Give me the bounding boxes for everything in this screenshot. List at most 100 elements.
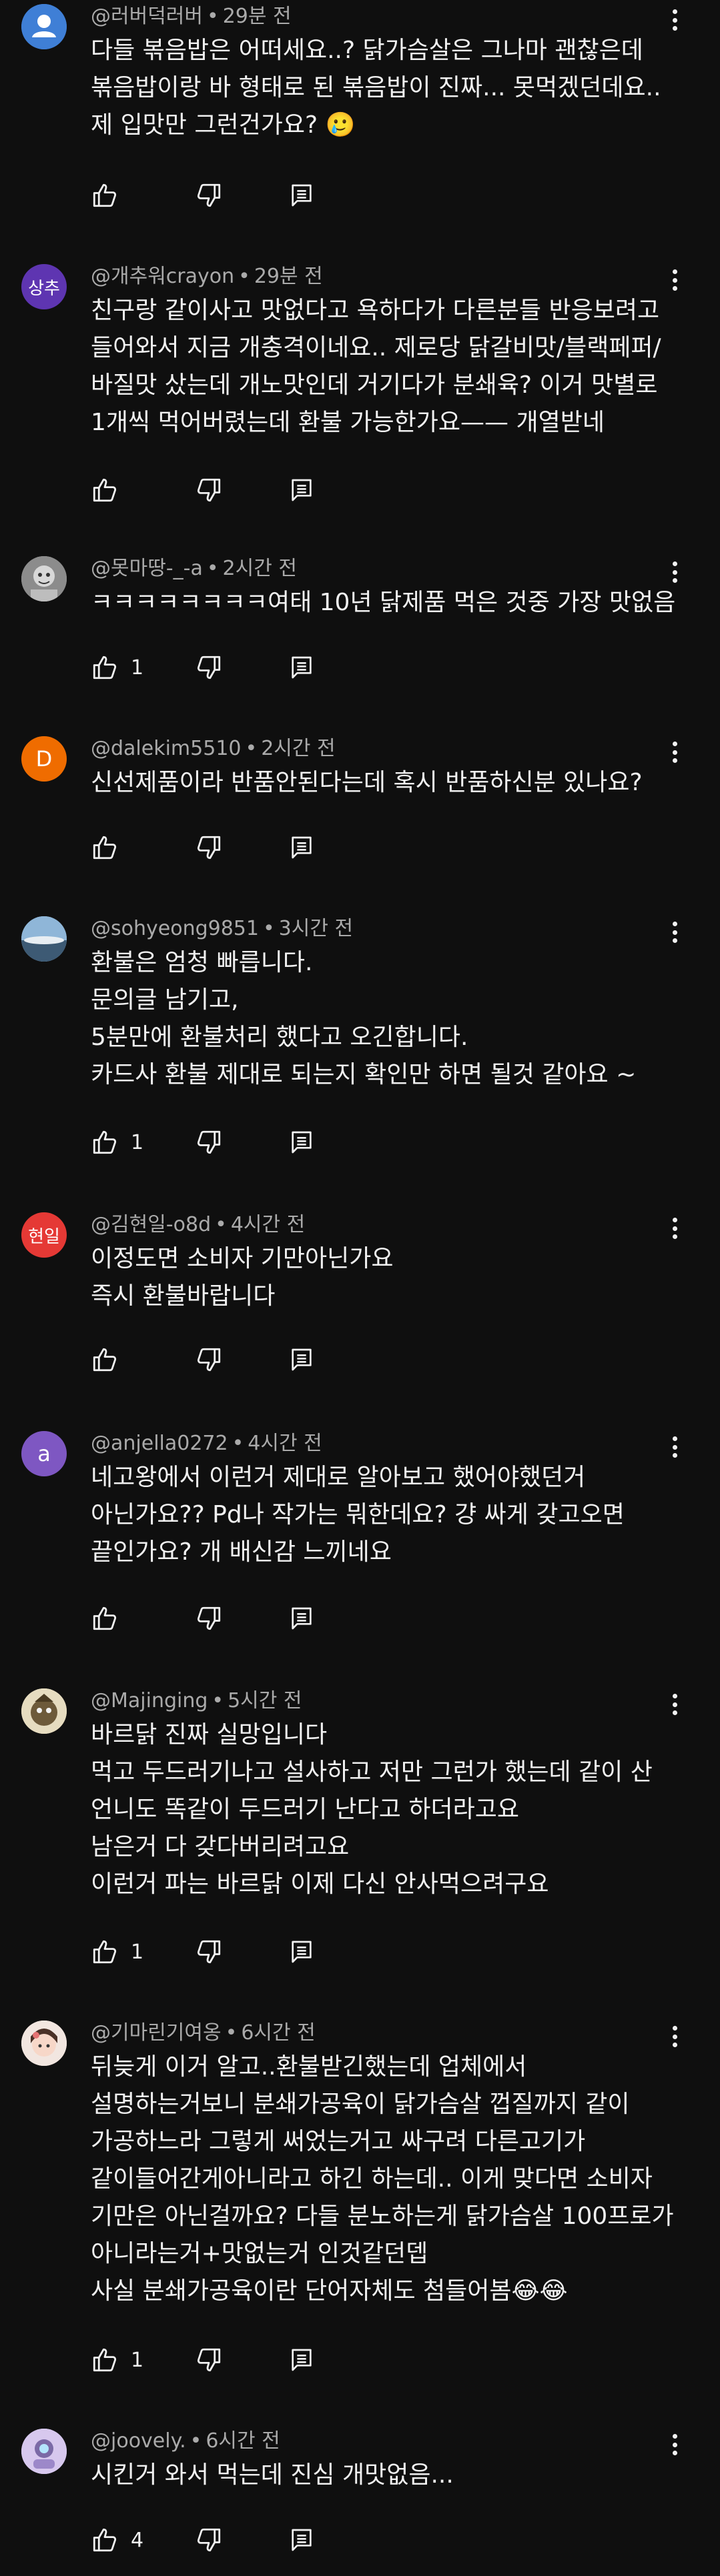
photo-avatar-icon [21,556,67,601]
thumbs-down-icon [197,183,221,207]
like-button[interactable]: 1 [91,1935,143,1969]
reply-icon [292,2349,312,2371]
like-button[interactable]: 1 [91,2343,143,2377]
reply-button[interactable] [288,2523,315,2557]
comment-line: 제 입맛만 그런건가요? 🥲 [91,111,356,139]
doll-avatar-icon [21,2021,67,2066]
comment-author[interactable]: @개추워crayon [91,265,234,288]
comment-author[interactable]: @joovely. [91,2429,186,2453]
dislike-button[interactable] [195,179,223,212]
comment-line: 네고왕에서 이런거 제대로 알아보고 했어야했던거 [91,1464,586,1491]
comment-meta: @dalekim5510 • 2시간 전 [91,737,336,760]
comment-text: 뒤늦게 이거 알고..환불받긴했는데 업체에서 설명하는거보니 분쇄가공육이 닭… [91,2049,678,2310]
like-button[interactable]: 1 [91,651,143,684]
more-options-icon[interactable] [666,918,683,947]
thumbs-up-icon [93,836,117,860]
avatar[interactable]: a [21,1431,67,1476]
reply-button[interactable] [288,1602,315,1635]
comment-text: 신선제품이라 반품안된다는데 혹시 반품하신분 있나요? [91,764,678,802]
comment-author[interactable]: @러버덕러버 [91,5,203,28]
like-button[interactable]: 1 [91,1126,143,1159]
more-options-icon[interactable] [666,738,683,767]
dislike-button[interactable] [195,1126,223,1159]
comment-actions: 1 [91,2343,358,2377]
like-button[interactable] [91,179,119,212]
comment-author[interactable]: @Majinging [91,1689,208,1712]
avatar[interactable] [21,916,67,962]
comment-author[interactable]: @김현일-o8d [91,1213,211,1236]
like-count: 4 [131,2528,144,2552]
comment-text: 바르닭 진짜 실망입니다 먹고 두드러기나고 설사하고 저만 그런가 했는데 같… [91,1716,678,1903]
dislike-button[interactable] [195,1343,223,1376]
comment-meta: @러버덕러버 • 29분 전 [91,5,292,28]
dislike-button[interactable] [195,1602,223,1635]
dislike-button[interactable] [195,1935,223,1969]
reply-button[interactable] [288,651,315,684]
like-button[interactable]: 4 [91,2523,143,2557]
comment-author[interactable]: @못마땅-_-a [91,557,203,580]
comment-text: 친구랑 같이사고 맛없다고 욕하다가 다른분들 반응보려고 들어와서 지금 개충… [91,292,678,441]
avatar[interactable] [21,2429,67,2474]
avatar[interactable] [21,4,67,49]
thumbs-down-icon [197,1606,221,1630]
more-options-icon[interactable] [666,265,683,295]
avatar[interactable] [21,1688,67,1734]
reply-button[interactable] [288,473,315,507]
like-button[interactable] [91,1602,119,1635]
comment-time: 4시간 전 [248,1432,322,1455]
thumbs-down-icon [197,1348,221,1372]
more-options-icon[interactable] [666,2430,683,2459]
comment-author[interactable]: @dalekim5510 [91,737,242,760]
comment-line: ㅋㅋㅋㅋㅋㅋㅋㅋ여태 10년 닭제품 먹은 것중 가장 맛없음 [91,589,676,616]
more-options-icon[interactable] [666,1214,683,1243]
more-options-icon[interactable] [666,2022,683,2051]
comment-actions: 1 [91,1126,358,1159]
comment-time: 6시간 전 [241,2021,316,2045]
dislike-button[interactable] [195,473,223,507]
avatar-initials: a [37,1441,51,1466]
reply-button[interactable] [288,1126,315,1159]
like-button[interactable] [91,1343,119,1376]
comment-line: 아니라는거+맛없는거 인것같던뎁 [91,2240,428,2267]
comment-meta: @김현일-o8d • 4시간 전 [91,1213,306,1236]
comment-time: 29분 전 [254,265,323,288]
thumbs-down-icon [197,836,221,860]
comment-line: 끝인가요? 개 배신감 느끼네요 [91,1538,392,1566]
comment-text: ㅋㅋㅋㅋㅋㅋㅋㅋ여태 10년 닭제품 먹은 것중 가장 맛없음 [91,584,678,621]
avatar[interactable]: 현일 [21,1212,67,1258]
reply-icon [292,1607,312,1630]
comment-line: 먹고 두드러기나고 설사하고 저만 그런가 했는데 같이 산 [91,1758,653,1786]
reply-button[interactable] [288,2343,315,2377]
thumbs-down-icon [197,2348,221,2372]
comment-meta: @sohyeong9851 • 3시간 전 [91,917,354,940]
comment-author[interactable]: @sohyeong9851 [91,917,259,940]
dislike-button[interactable] [195,651,223,684]
dislike-button[interactable] [195,2523,223,2557]
avatar[interactable]: 상추 [21,264,67,309]
comment-line: 설명하는거보니 분쇄가공육이 닭가슴살 껍질까지 같이 [91,2091,630,2118]
dislike-button[interactable] [195,831,223,864]
like-button[interactable] [91,831,119,864]
like-count: 1 [131,2348,144,2372]
reply-button[interactable] [288,179,315,212]
reply-icon [292,1348,312,1371]
comment-author[interactable]: @anjella0272 [91,1432,228,1455]
comment-line: 이정도면 소비자 기만아닌가요 [91,1245,394,1272]
more-options-icon[interactable] [666,1690,683,1719]
thumbs-down-icon [197,656,221,680]
reply-button[interactable] [288,1343,315,1376]
thumbs-up-icon [93,2528,117,2552]
more-options-icon[interactable] [666,1432,683,1462]
avatar[interactable] [21,556,67,601]
reply-button[interactable] [288,831,315,864]
comment-author[interactable]: @기마린기여옹 [91,2021,222,2045]
avatar[interactable] [21,2021,67,2066]
comment-actions: 4 [91,2523,358,2557]
more-options-icon[interactable] [666,557,683,587]
like-button[interactable] [91,473,119,507]
reply-button[interactable] [288,1935,315,1969]
dislike-button[interactable] [195,2343,223,2377]
comment-line: 시킨거 와서 먹는데 진심 개맛없음... [91,2461,454,2489]
more-options-icon[interactable] [666,5,683,35]
avatar[interactable]: D [21,736,67,782]
